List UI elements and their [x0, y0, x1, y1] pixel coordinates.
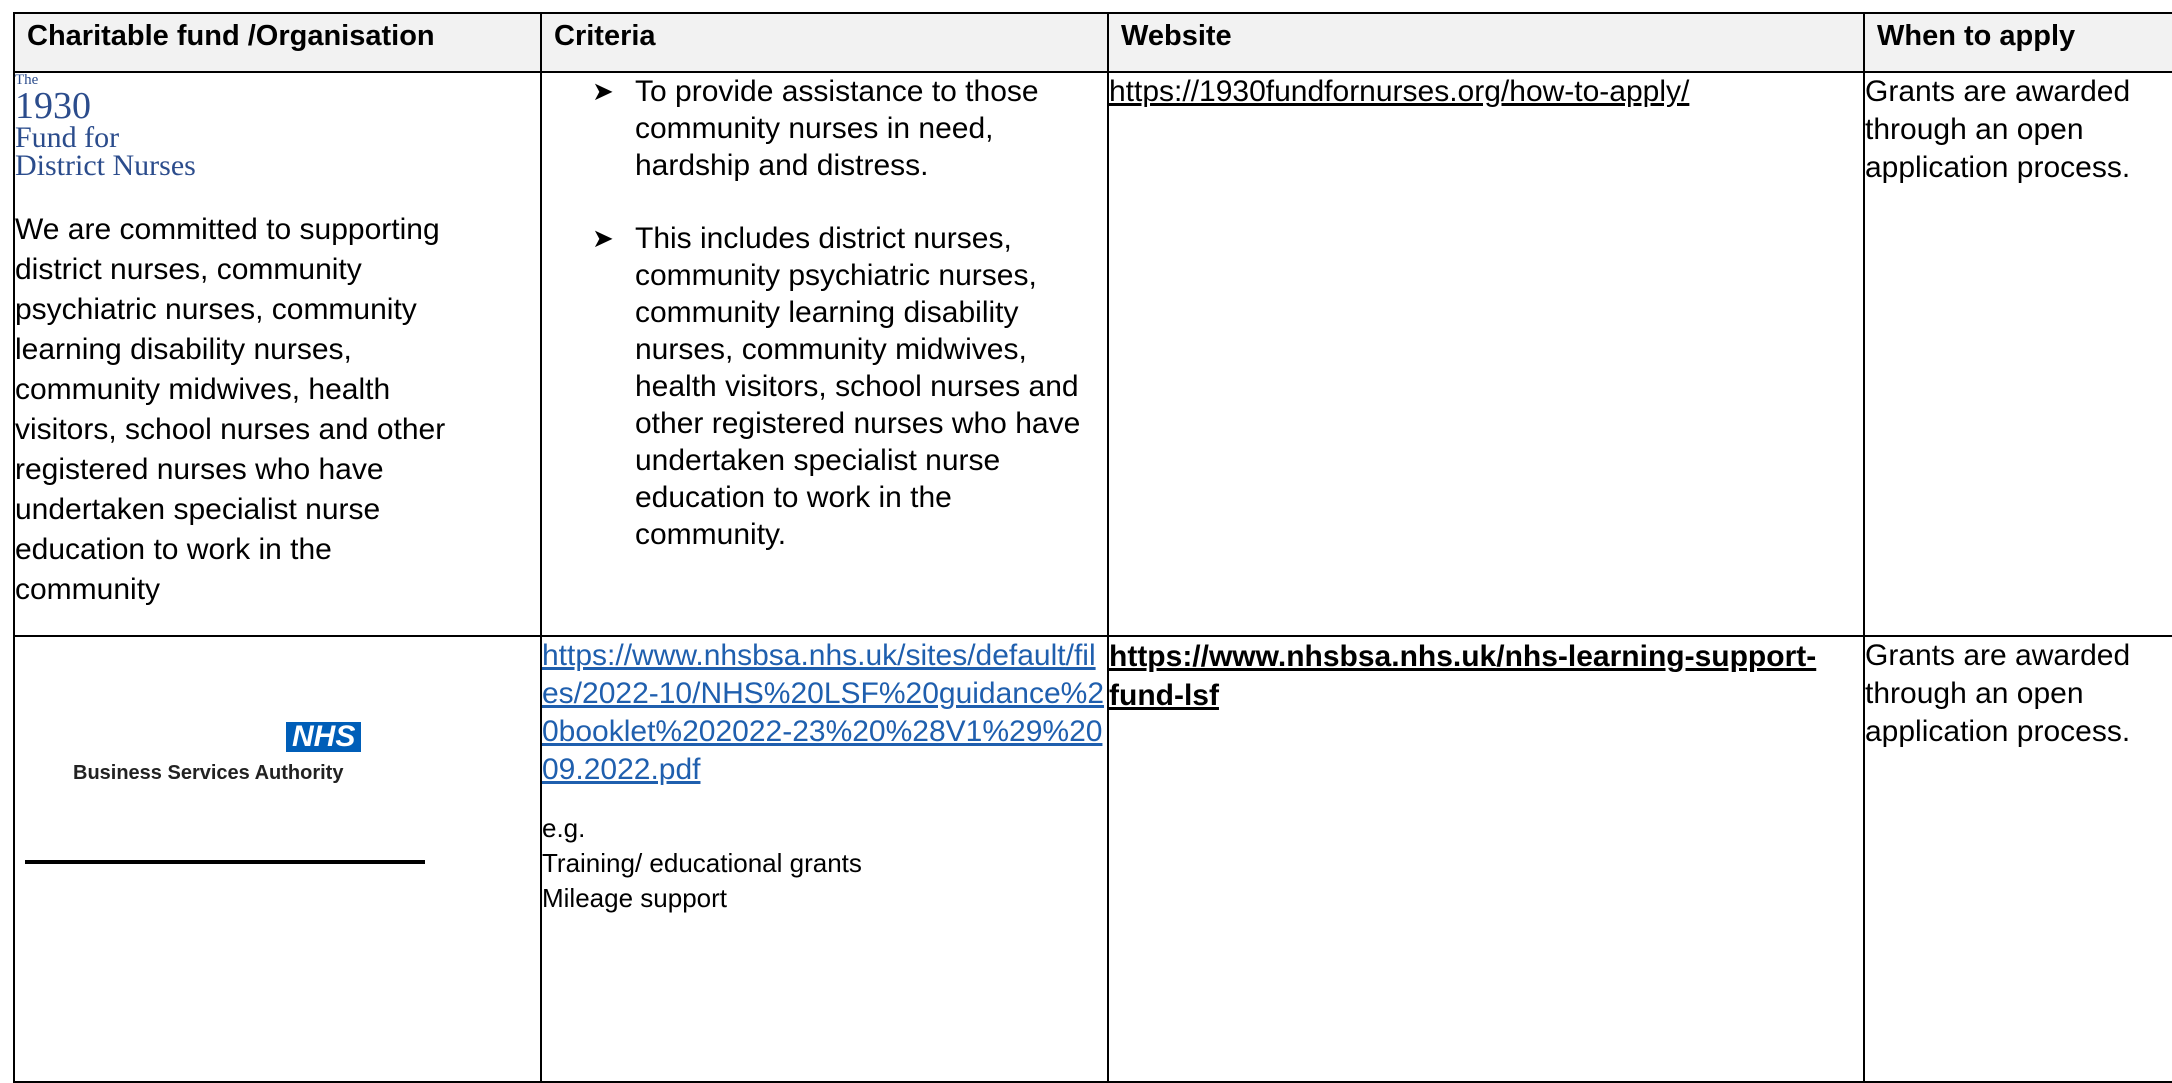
criteria-text: To provide assistance to those community…: [635, 75, 1039, 182]
nhsbsa-logo: NHS Business Services Authority: [15, 637, 540, 1077]
list-item: Mileage support: [542, 883, 727, 913]
website-link[interactable]: https://www.nhsbsa.nhs.uk/nhs-learning-s…: [1109, 640, 1816, 712]
table-row: NHS Business Services Authority https://…: [13, 635, 2172, 1083]
header-row: Charitable fund /Organisation Criteria W…: [13, 12, 2172, 73]
header-website: Website: [1107, 12, 1865, 73]
nhs-logo-name: Business Services Authority: [73, 762, 344, 784]
criteria-list: ➤ To provide assistance to those communi…: [542, 73, 1107, 553]
header-criteria: Criteria: [540, 12, 1109, 73]
logo-year: 1930: [15, 85, 91, 127]
list-item: Training/ educational grants: [542, 848, 862, 878]
header-organisation: Charitable fund /Organisation: [13, 12, 542, 73]
list-item: ➤ To provide assistance to those communi…: [542, 73, 1107, 184]
criteria-cell: https://www.nhsbsa.nhs.uk/sites/default/…: [540, 635, 1109, 1083]
guidance-booklet-link[interactable]: https://www.nhsbsa.nhs.uk/sites/default/…: [542, 637, 1107, 789]
organisation-description: We are committed to supporting district …: [15, 213, 446, 606]
charitable-funds-table: Charitable fund /Organisation Criteria W…: [13, 12, 2172, 1083]
organisation-cell: The 1930 Fund for District Nurses We are…: [13, 71, 542, 637]
table-row: The 1930 Fund for District Nurses We are…: [13, 71, 2172, 637]
header-when-to-apply: When to apply: [1863, 12, 2172, 73]
website-cell: https://www.nhsbsa.nhs.uk/nhs-learning-s…: [1107, 635, 1865, 1083]
website-cell: https://1930fundfornurses.org/how-to-app…: [1107, 71, 1865, 637]
when-to-apply-cell: Grants are awarded through an open appli…: [1863, 71, 2172, 637]
arrow-bullet-icon: ➤: [592, 223, 614, 253]
criteria-examples: e.g. Training/ educational grants Mileag…: [542, 811, 1107, 916]
logo-the: The: [15, 72, 39, 88]
organisation-cell: NHS Business Services Authority: [13, 635, 542, 1083]
criteria-text: This includes district nurses, community…: [635, 222, 1081, 551]
page: Charitable fund /Organisation Criteria W…: [0, 0, 2172, 1083]
logo-line1: Fund for: [15, 121, 120, 154]
fund-1930-logo: The 1930 Fund for District Nurses: [15, 72, 540, 182]
website-link[interactable]: https://1930fundfornurses.org/how-to-app…: [1109, 75, 1689, 108]
nhs-logo-mark: NHS: [286, 722, 362, 752]
divider: [25, 860, 425, 864]
logo-line2: District Nurses: [15, 149, 196, 182]
when-to-apply-cell: Grants are awarded through an open appli…: [1863, 635, 2172, 1083]
list-item: ➤ This includes district nurses, communi…: [542, 220, 1107, 553]
criteria-cell: ➤ To provide assistance to those communi…: [540, 71, 1109, 637]
examples-label: e.g.: [542, 813, 586, 843]
arrow-bullet-icon: ➤: [592, 76, 614, 106]
